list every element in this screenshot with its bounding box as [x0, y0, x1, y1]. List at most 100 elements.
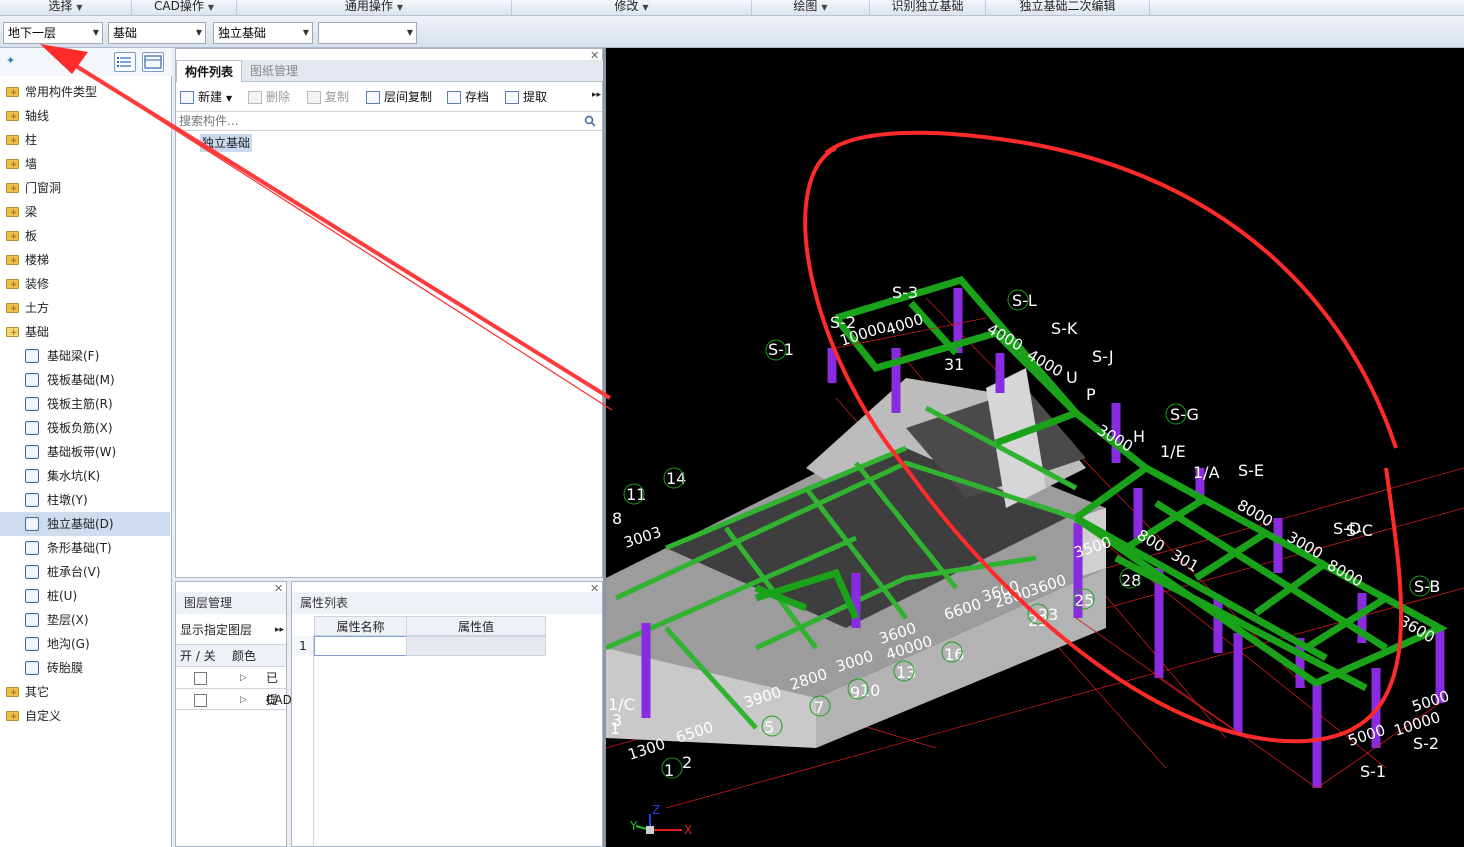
menu-identify-label: 识别独立基础 [891, 0, 964, 13]
tree-item[interactable]: 独立基础(D) [0, 512, 170, 536]
axis-label: P [1086, 385, 1096, 404]
menu-identify-foundation[interactable]: 识别独立基础 [870, 0, 986, 16]
folder-icon [6, 129, 19, 153]
tree-category[interactable]: 柱 [0, 128, 170, 153]
folder-icon [6, 249, 19, 273]
floor-copy-icon [366, 91, 380, 104]
axis-label: 14 [666, 469, 686, 488]
tree-item[interactable]: 基础板带(W) [0, 440, 170, 464]
more-icon[interactable]: ▸▸ [592, 90, 601, 100]
tree-category[interactable]: 轴线 [0, 104, 170, 129]
list-item[interactable]: 独立基础 [200, 134, 253, 152]
folder-icon [6, 681, 19, 705]
menu-general[interactable]: 通用操作 ▼ [237, 0, 512, 16]
tree-item-label: 砖胎膜 [47, 661, 84, 675]
tree-item-label: 筏板主筋(R) [47, 397, 113, 411]
tab-component-list[interactable]: 构件列表 [176, 60, 243, 82]
property-panel-title: 属性列表 [292, 592, 602, 614]
tree-category-label: 其它 [25, 685, 50, 699]
axis-label: S-1 [1360, 762, 1386, 781]
tree-category[interactable]: 基础 [0, 320, 170, 345]
layer-checkbox[interactable] [194, 672, 207, 685]
axis-label: S-J [1092, 347, 1114, 366]
tree-category-label: 柱 [25, 133, 38, 147]
property-panel: ✕ 属性列表 属性名称 属性值 1 [291, 581, 603, 847]
tree-item-label: 地沟(G) [47, 637, 90, 651]
menu-select[interactable]: 选择 ▼ [0, 0, 132, 16]
folder-icon [6, 225, 19, 249]
tree-item[interactable]: 地沟(G) [0, 632, 170, 656]
show-specified-layer[interactable]: 显示指定图层 ▸▸ [176, 619, 286, 641]
axis-triad: X Y Z [629, 803, 692, 837]
floor-select[interactable]: 地下一层 ▼ [3, 22, 103, 44]
copy-button[interactable]: 复制 [307, 87, 349, 107]
extract-button[interactable]: 提取 [505, 87, 547, 107]
axis-label: S-3 [892, 283, 918, 302]
expand-icon[interactable]: ▷ [240, 667, 247, 689]
tree-item[interactable]: 筏板主筋(R) [0, 392, 170, 416]
search-icon[interactable] [584, 115, 596, 127]
tree-category-label: 土方 [25, 301, 50, 315]
beam-icon [25, 349, 39, 363]
tree-category-label: 轴线 [25, 109, 50, 123]
menu-cad[interactable]: CAD操作 ▼ [132, 0, 237, 16]
col-color: 颜色 [232, 649, 257, 663]
axis-label: S-E [1238, 461, 1264, 480]
property-value-cell[interactable] [406, 636, 546, 656]
tree-category[interactable]: 楼梯 [0, 248, 170, 273]
new-button[interactable]: 新建 ▼ [180, 87, 232, 107]
axis-label: S-2 [1413, 734, 1439, 753]
tree-item-label: 桩承台(V) [47, 565, 101, 579]
tree-item[interactable]: 垫层(X) [0, 608, 170, 632]
pin-icon[interactable]: ✦ [6, 54, 15, 67]
item-select[interactable]: ▼ [318, 22, 417, 44]
delete-button[interactable]: 删除 [248, 87, 290, 107]
show-specified-label: 显示指定图层 [180, 623, 253, 637]
menu-draw[interactable]: 绘图 ▼ [752, 0, 870, 16]
tree-item[interactable]: 柱墩(Y) [0, 488, 170, 512]
tree-category[interactable]: 常用构件类型 [0, 80, 170, 105]
axis-label: 1/E [1160, 442, 1186, 461]
search-input[interactable]: 搜索构件... [176, 111, 602, 131]
tab-drawing-management[interactable]: 图纸管理 [242, 60, 306, 82]
tree-item[interactable]: 集水坑(K) [0, 464, 170, 488]
tree-item[interactable]: 条形基础(T) [0, 536, 170, 560]
tree-category[interactable]: 其它 [0, 680, 170, 705]
panel-view-icon[interactable] [142, 52, 164, 72]
folder-icon [6, 201, 19, 225]
menu-modify[interactable]: 修改 ▼ [512, 0, 752, 16]
tree-category[interactable]: 梁 [0, 200, 170, 225]
tree-item[interactable]: 桩承台(V) [0, 560, 170, 584]
tree-item[interactable]: 筏板基础(M) [0, 368, 170, 392]
type-select[interactable]: 基础 ▼ [108, 22, 206, 44]
folder-icon [6, 81, 19, 105]
tree-category[interactable]: 土方 [0, 296, 170, 321]
tree-category[interactable]: 自定义 [0, 704, 170, 729]
menu-foundation-edit[interactable]: 独立基础二次编辑 [986, 0, 1150, 16]
model-view[interactable]: S-3 S-2 S-1 S-L S-K S-J S-G S-E S-D S-C … [606, 48, 1464, 847]
subtype-select[interactable]: 独立基础 ▼ [213, 22, 313, 44]
cushion-icon [25, 613, 39, 627]
tree-category[interactable]: 墙 [0, 152, 170, 177]
tree-category[interactable]: 门窗洞 [0, 176, 170, 201]
archive-button[interactable]: 存档 [447, 87, 489, 107]
expand-icon[interactable]: ▷ [240, 689, 247, 711]
axis-label: 28 [1121, 571, 1141, 590]
3d-viewport[interactable]: S-3 S-2 S-1 S-L S-K S-J S-G S-E S-D S-C … [606, 48, 1464, 847]
tree-category[interactable]: 板 [0, 224, 170, 249]
tree-category[interactable]: 装修 [0, 272, 170, 297]
component-toolbar: 新建 ▼ 删除 复制 层间复制 存档 提取 ▸▸ [176, 85, 604, 109]
tree-item-label: 基础板带(W) [47, 445, 117, 459]
list-view-icon[interactable] [114, 52, 136, 72]
axis-label: S-C [1346, 521, 1373, 540]
layer-checkbox[interactable] [194, 694, 207, 707]
tree-item[interactable]: 筏板负筋(X) [0, 416, 170, 440]
tree-item[interactable]: 砖胎膜 [0, 656, 170, 680]
axis-label: 7 [814, 698, 824, 717]
tree-item[interactable]: 基础梁(F) [0, 344, 170, 368]
floor-copy-button[interactable]: 层间复制 [366, 87, 432, 107]
property-name-cell[interactable] [314, 636, 407, 656]
tree-item[interactable]: 桩(U) [0, 584, 170, 608]
tree-item-label: 桩(U) [47, 589, 78, 603]
folder-icon [6, 705, 19, 729]
